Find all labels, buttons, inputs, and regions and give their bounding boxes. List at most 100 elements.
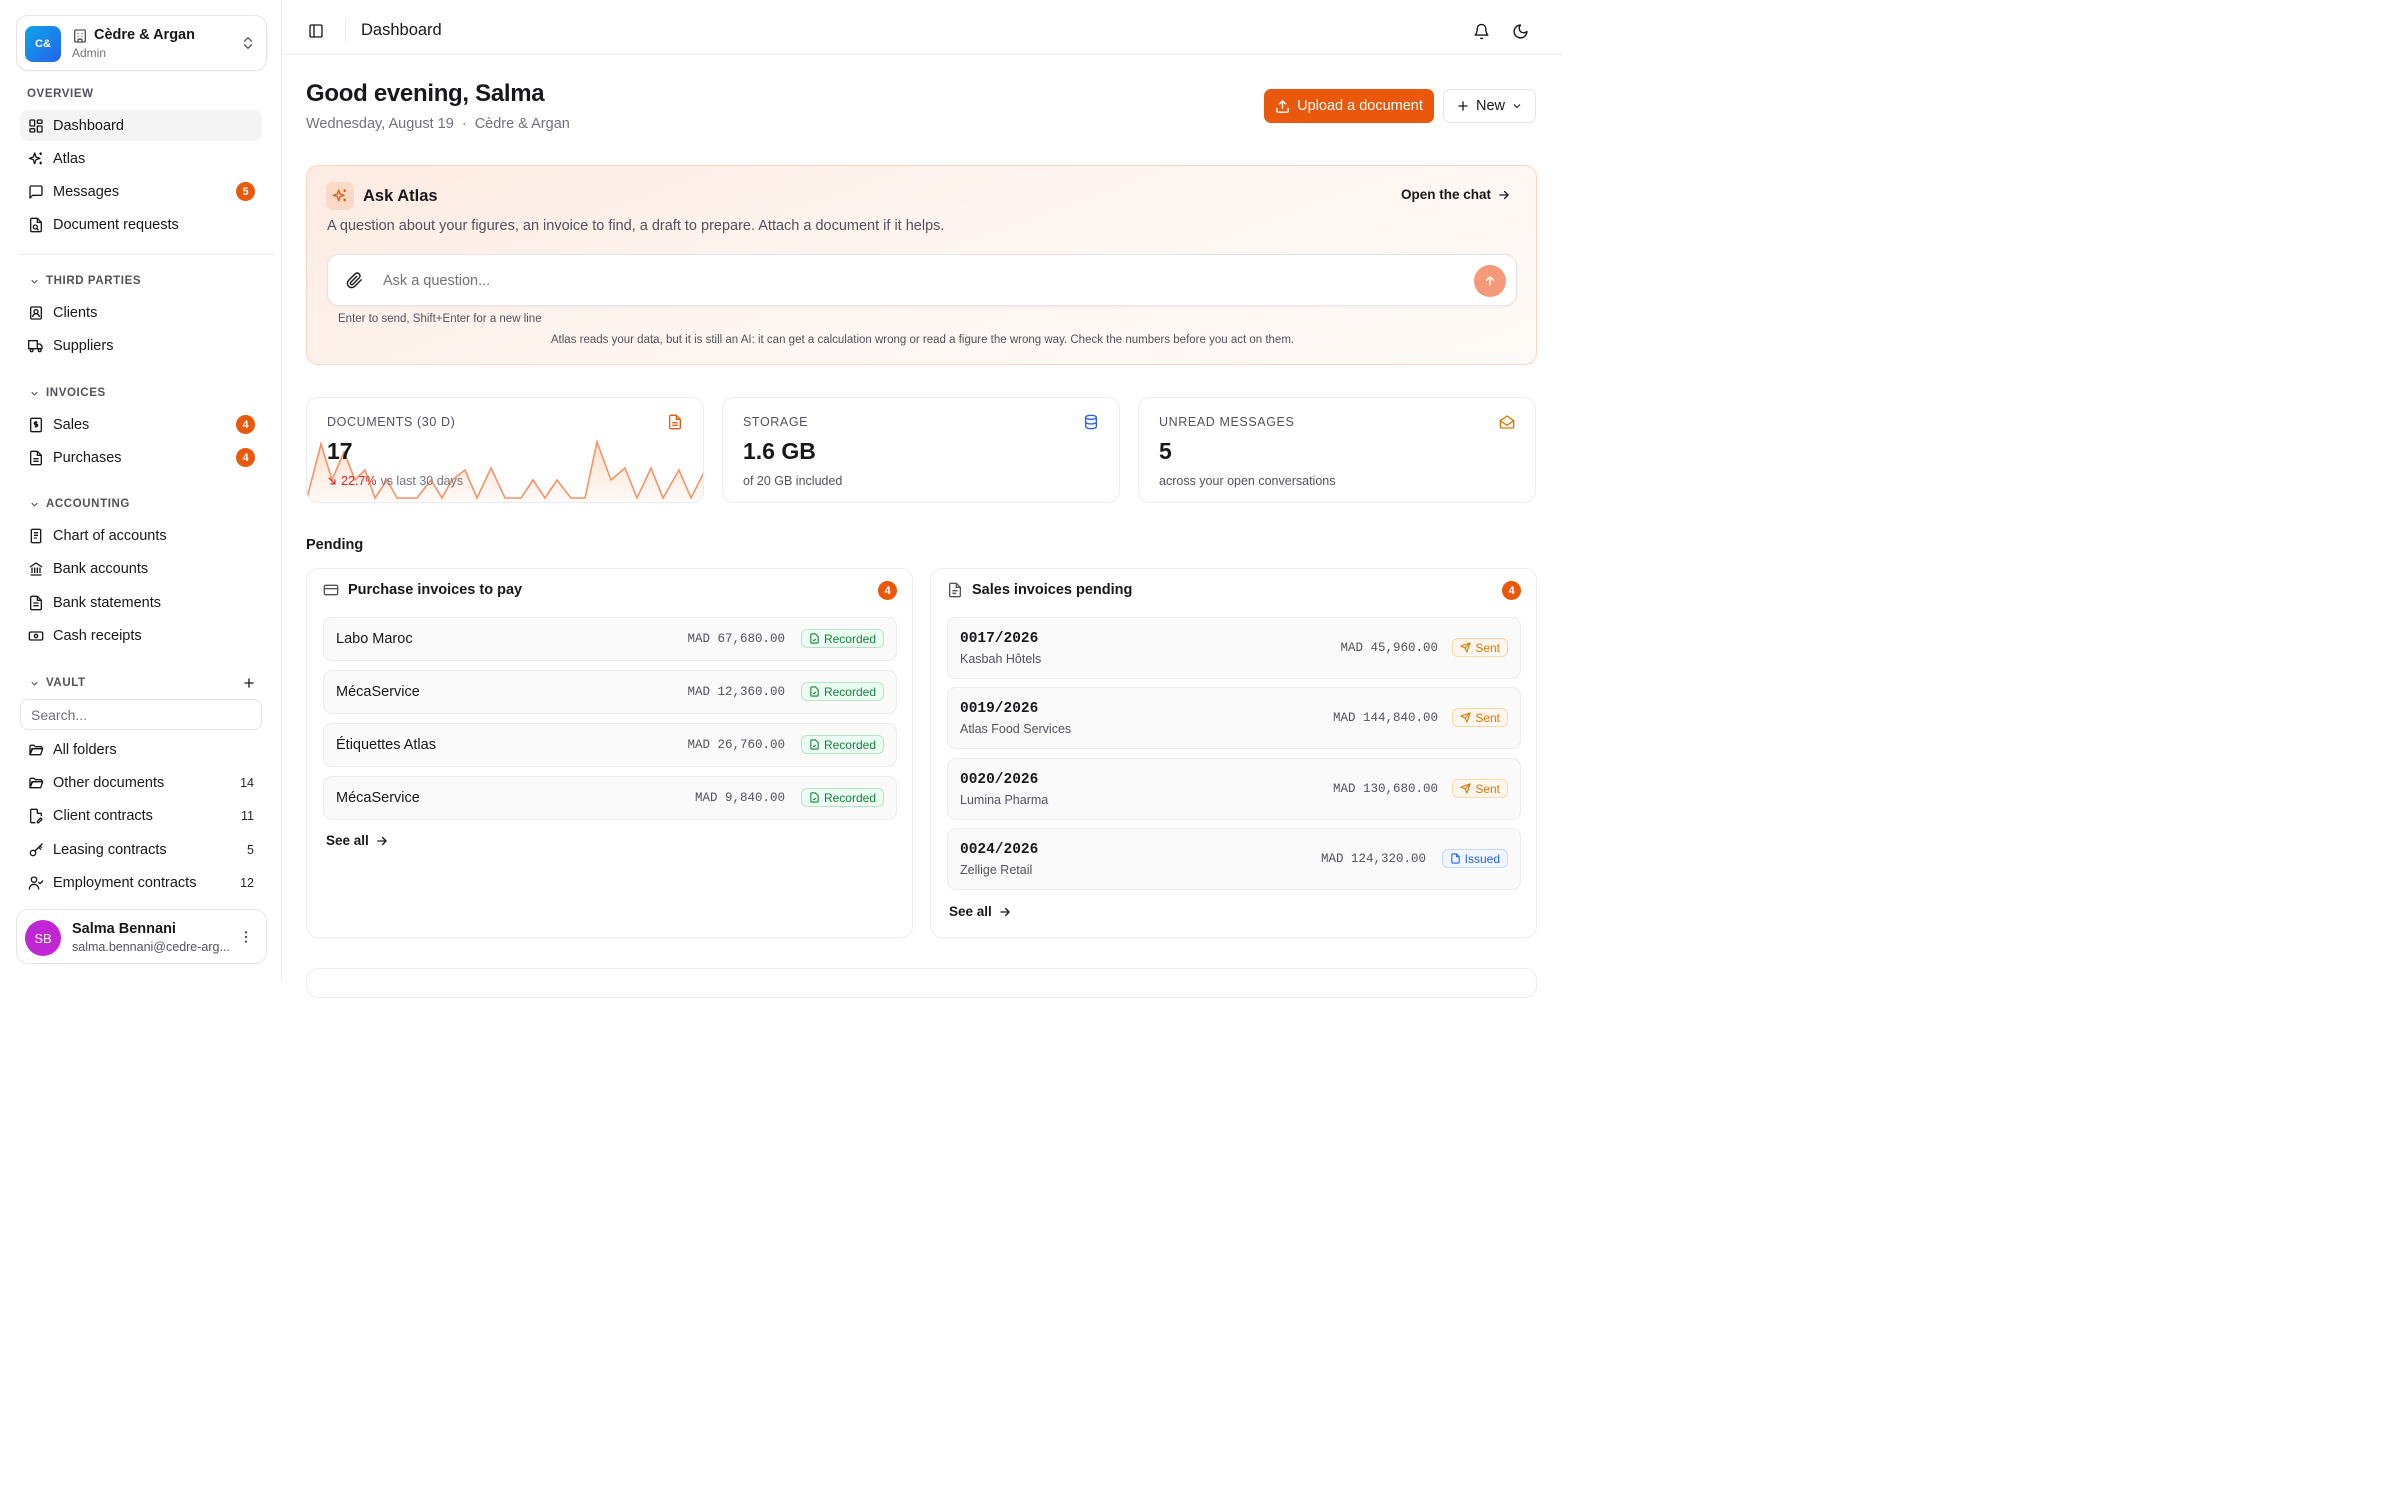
header-org: Cèdre & Argan [474,116,570,132]
vault-search-input[interactable] [20,699,262,730]
org-switcher[interactable]: C& Cèdre & Argan Admin [16,15,267,71]
page-title: Dashboard [361,21,442,39]
arrow-right-icon [1000,907,1010,916]
book-icon [28,528,44,544]
credit-card-icon [323,584,339,596]
table-row[interactable]: Labo Maroc MAD 67,680.00 Recorded [323,617,897,661]
table-row[interactable]: 0019/2026 Atlas Food Services MAD 144,84… [947,687,1521,749]
section-toggle-third-parties[interactable]: THIRD PARTIES [29,275,141,287]
sidebar-item-dashboard[interactable]: Dashboard [20,110,262,141]
more-vertical-icon[interactable] [238,929,254,945]
sidebar-item-label: Clients [53,304,98,321]
sidebar-item-other-documents[interactable]: Other documents 14 [20,767,262,798]
table-row[interactable]: Étiquettes Atlas MAD 26,760.00 Recorded [323,723,897,767]
stat-label: UNREAD MESSAGES [1159,415,1295,429]
purchases-see-all-link[interactable]: See all [326,833,389,848]
new-label: New [1475,98,1505,114]
send-button[interactable] [1474,265,1506,297]
ask-input[interactable] [383,265,1443,297]
document-icon [667,414,683,430]
user-check-icon [28,875,44,891]
statement-icon [28,595,44,611]
client-name: Zellige Retail [960,863,1033,877]
invoice-number: 0019/2026 [960,701,1039,717]
sidebar-item-bank-accounts[interactable]: Bank accounts [20,553,262,584]
sidebar-item-document-requests[interactable]: Document requests [20,209,262,240]
section-toggle-vault[interactable]: VAULT [29,677,86,689]
message-icon [28,184,44,200]
status-badge: Recorded [800,735,884,754]
upload-document-button[interactable]: Upload a document [1264,89,1434,123]
bell-icon[interactable] [1473,23,1490,40]
status-badge: Recorded [800,788,884,807]
status-label: Recorded [823,737,876,752]
user-menu[interactable]: SB Salma Bennani salma.bennani@cedre-arg… [16,909,267,964]
sidebar-item-messages[interactable]: Messages 5 [20,176,262,207]
table-row[interactable]: MécaService MAD 12,360.00 Recorded [323,670,897,714]
sidebar-item-label: Messages [53,183,120,200]
status-badge: Recorded [800,682,884,701]
stat-value: 1.6 GB [743,438,816,464]
next-section-card [306,968,1537,998]
panel-count-badge: 4 [878,581,897,600]
pending-title: Pending [306,537,364,553]
section-label-third-parties: THIRD PARTIES [46,275,142,287]
new-button[interactable]: New [1443,89,1536,123]
arrow-right-icon [377,836,387,845]
chevron-down-icon [31,391,38,396]
user-email: salma.bennani@cedre-arg... [72,940,230,954]
sidebar-item-cash-receipts[interactable]: Cash receipts [20,620,262,651]
table-row[interactable]: MécaService MAD 9,840.00 Recorded [323,776,897,820]
sidebar-item-suppliers[interactable]: Suppliers [20,330,262,361]
moon-icon[interactable] [1512,23,1529,40]
ai-disclaimer: Atlas reads your data, but it is still a… [550,334,1295,346]
status-badge: Sent [1452,638,1508,657]
upload-label: Upload a document [1297,98,1423,114]
ask-hint: Enter to send, Shift+Enter for a new lin… [338,313,542,325]
paperclip-icon[interactable] [346,272,363,289]
file-icon [1450,853,1460,864]
contact-icon [28,305,44,321]
org-logo: C& [25,26,61,62]
sales-see-all-link[interactable]: See all [949,904,1012,919]
sidebar-item-leasing-contracts[interactable]: Leasing contracts 5 [20,834,262,865]
chevron-down-icon [31,502,38,507]
org-role: Admin [72,46,107,60]
sidebar-item-purchases[interactable]: Purchases 4 [20,442,262,473]
status-badge: Recorded [800,629,884,648]
sidebar: C& Cèdre & Argan Admin OVERVIEW Dashboar… [0,0,282,980]
upload-icon [1276,99,1289,113]
sales-badge: 4 [236,415,255,434]
sidebar-item-bank-statements[interactable]: Bank statements [20,587,262,618]
invoice-amount: MAD 12,360.00 [687,685,785,699]
receipt-icon [28,417,44,433]
section-toggle-invoices[interactable]: INVOICES [29,387,106,399]
table-row[interactable]: 0024/2026 Zellige Retail MAD 124,320.00 … [947,828,1521,890]
trend-down-icon [328,477,336,485]
open-chat-link[interactable]: Open the chat [1401,187,1511,202]
section-toggle-accounting[interactable]: ACCOUNTING [29,498,130,510]
add-folder-icon[interactable] [242,676,256,690]
invoice-amount: MAD 26,760.00 [687,738,785,752]
status-label: Sent [1475,781,1500,796]
table-row[interactable]: 0017/2026 Kasbah Hôtels MAD 45,960.00 Se… [947,617,1521,679]
sidebar-item-client-contracts[interactable]: Client contracts 11 [20,800,262,831]
panel-count-badge: 4 [1502,581,1521,600]
status-badge: Issued [1441,849,1508,868]
sidebar-divider [20,254,274,255]
org-name: Cèdre & Argan [94,27,195,43]
chevron-down-icon [31,279,38,284]
sidebar-item-sales[interactable]: Sales 4 [20,409,262,440]
folder-count: 14 [240,775,254,790]
documents-trend: 22.7% vs last 30 days [327,474,463,488]
table-row[interactable]: 0020/2026 Lumina Pharma MAD 130,680.00 S… [947,758,1521,820]
sidebar-toggle-icon[interactable] [308,23,324,39]
sidebar-item-clients[interactable]: Clients [20,297,262,328]
sidebar-item-employment-contracts[interactable]: Employment contracts 12 [20,867,262,898]
sidebar-item-atlas[interactable]: Atlas [20,143,262,174]
stat-unread-messages: UNREAD MESSAGES 5 across your open conve… [1138,397,1536,503]
sidebar-item-all-folders[interactable]: All folders [20,734,262,765]
file-check-icon [810,686,819,697]
sidebar-item-chart-of-accounts[interactable]: Chart of accounts [20,520,262,551]
header-separator: · [461,116,467,132]
